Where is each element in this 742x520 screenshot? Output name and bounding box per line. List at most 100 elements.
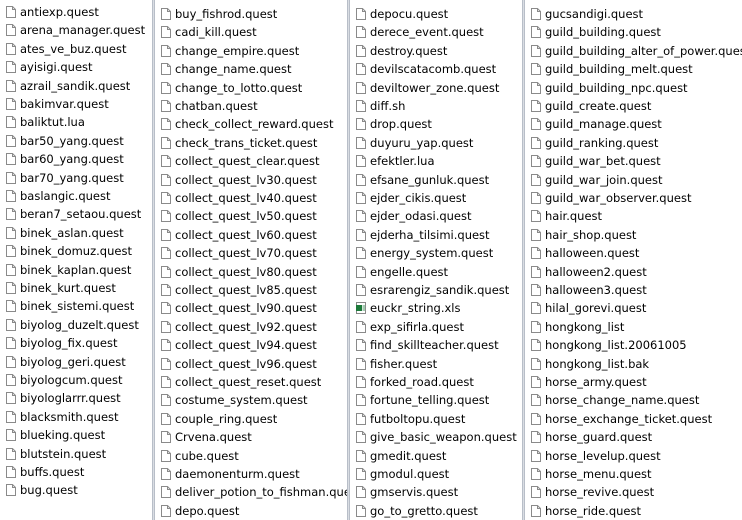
- file-item[interactable]: collect_quest_lv96.quest: [155, 355, 347, 373]
- file-item[interactable]: efektler.lua: [350, 152, 522, 170]
- file-item[interactable]: fortune_telling.quest: [350, 391, 522, 409]
- file-item[interactable]: baslangic.quest: [0, 187, 152, 205]
- file-item[interactable]: blutstein.quest: [0, 445, 152, 463]
- file-item[interactable]: guild_building_npc.quest: [525, 79, 742, 97]
- file-item[interactable]: ates_ve_buz.quest: [0, 40, 152, 58]
- file-item[interactable]: ejderha_tilsimi.quest: [350, 226, 522, 244]
- file-item[interactable]: horse_revive.quest: [525, 483, 742, 501]
- file-item[interactable]: horse_levelup.quest: [525, 447, 742, 465]
- file-item[interactable]: gucsandigi.quest: [525, 5, 742, 23]
- file-item[interactable]: change_to_lotto.quest: [155, 79, 347, 97]
- file-item[interactable]: change_empire.quest: [155, 42, 347, 60]
- file-item[interactable]: gmservis.quest: [350, 483, 522, 501]
- file-item[interactable]: give_basic_weapon.quest: [350, 428, 522, 446]
- file-item[interactable]: biyologlarrr.quest: [0, 389, 152, 407]
- file-item[interactable]: hongkong_list: [525, 318, 742, 336]
- file-item[interactable]: guild_building_melt.quest: [525, 60, 742, 78]
- file-item[interactable]: bar50_yang.quest: [0, 132, 152, 150]
- file-item[interactable]: blueking.quest: [0, 426, 152, 444]
- file-item[interactable]: horse_guard.quest: [525, 428, 742, 446]
- file-item[interactable]: euckr_string.xls: [350, 299, 522, 317]
- file-item[interactable]: go_to_gretto.quest: [350, 502, 522, 520]
- file-item[interactable]: collect_quest_lv94.quest: [155, 336, 347, 354]
- file-item[interactable]: engelle.quest: [350, 263, 522, 281]
- file-item[interactable]: arena_manager.quest: [0, 21, 152, 39]
- file-item[interactable]: guild_building.quest: [525, 23, 742, 41]
- file-item[interactable]: gmedit.quest: [350, 447, 522, 465]
- file-item[interactable]: buffs.quest: [0, 463, 152, 481]
- file-item[interactable]: chatban.quest: [155, 97, 347, 115]
- file-item[interactable]: daemonenturm.quest: [155, 465, 347, 483]
- file-item[interactable]: guild_war_join.quest: [525, 171, 742, 189]
- file-item[interactable]: biyologcum.quest: [0, 371, 152, 389]
- file-item[interactable]: couple_ring.quest: [155, 410, 347, 428]
- file-item[interactable]: bar70_yang.quest: [0, 169, 152, 187]
- file-item[interactable]: halloween3.quest: [525, 281, 742, 299]
- file-item[interactable]: guild_manage.quest: [525, 115, 742, 133]
- file-item[interactable]: beran7_setaou.quest: [0, 205, 152, 223]
- file-item[interactable]: blacksmith.quest: [0, 408, 152, 426]
- file-item[interactable]: exp_sifirla.quest: [350, 318, 522, 336]
- file-item[interactable]: biyolog_fix.quest: [0, 334, 152, 352]
- file-item[interactable]: gmodul.quest: [350, 465, 522, 483]
- file-item[interactable]: forked_road.quest: [350, 373, 522, 391]
- file-item[interactable]: cadi_kill.quest: [155, 23, 347, 41]
- file-item[interactable]: deviltower_zone.quest: [350, 79, 522, 97]
- file-item[interactable]: depocu.quest: [350, 5, 522, 23]
- file-item[interactable]: derece_event.quest: [350, 23, 522, 41]
- file-item[interactable]: depo.quest: [155, 502, 347, 520]
- file-item[interactable]: collect_quest_lv80.quest: [155, 263, 347, 281]
- file-item[interactable]: collect_quest_lv60.quest: [155, 226, 347, 244]
- file-item[interactable]: horse_ride.quest: [525, 502, 742, 520]
- file-item[interactable]: hair_shop.quest: [525, 226, 742, 244]
- file-item[interactable]: energy_system.quest: [350, 244, 522, 262]
- file-item[interactable]: bar60_yang.quest: [0, 150, 152, 168]
- file-item[interactable]: hongkong_list.20061005: [525, 336, 742, 354]
- file-item[interactable]: fisher.quest: [350, 355, 522, 373]
- file-item[interactable]: hair.quest: [525, 207, 742, 225]
- file-item[interactable]: hongkong_list.bak: [525, 355, 742, 373]
- file-item[interactable]: baliktut.lua: [0, 113, 152, 131]
- file-item[interactable]: antiexp.quest: [0, 3, 152, 21]
- file-item[interactable]: bakimvar.quest: [0, 95, 152, 113]
- file-item[interactable]: find_skillteacher.quest: [350, 336, 522, 354]
- file-item[interactable]: collect_quest_lv90.quest: [155, 299, 347, 317]
- file-item[interactable]: deliver_potion_to_fishman.quest: [155, 483, 347, 501]
- file-item[interactable]: horse_menu.quest: [525, 465, 742, 483]
- file-item[interactable]: guild_create.quest: [525, 97, 742, 115]
- file-item[interactable]: horse_change_name.quest: [525, 391, 742, 409]
- file-item[interactable]: ejder_cikis.quest: [350, 189, 522, 207]
- file-item[interactable]: collect_quest_lv30.quest: [155, 171, 347, 189]
- file-item[interactable]: ejder_odasi.quest: [350, 207, 522, 225]
- file-item[interactable]: duyuru_yap.quest: [350, 134, 522, 152]
- file-item[interactable]: check_trans_ticket.quest: [155, 134, 347, 152]
- file-item[interactable]: horse_exchange_ticket.quest: [525, 410, 742, 428]
- file-item[interactable]: change_name.quest: [155, 60, 347, 78]
- file-item[interactable]: collect_quest_lv85.quest: [155, 281, 347, 299]
- file-item[interactable]: collect_quest_lv70.quest: [155, 244, 347, 262]
- file-item[interactable]: bug.quest: [0, 481, 152, 499]
- file-item[interactable]: collect_quest_lv40.quest: [155, 189, 347, 207]
- file-item[interactable]: buy_fishrod.quest: [155, 5, 347, 23]
- file-item[interactable]: collect_quest_lv92.quest: [155, 318, 347, 336]
- file-item[interactable]: guild_war_bet.quest: [525, 152, 742, 170]
- file-item[interactable]: binek_kaplan.quest: [0, 261, 152, 279]
- file-item[interactable]: Crvena.quest: [155, 428, 347, 446]
- file-item[interactable]: binek_sistemi.quest: [0, 297, 152, 315]
- file-item[interactable]: futboltopu.quest: [350, 410, 522, 428]
- file-item[interactable]: halloween2.quest: [525, 263, 742, 281]
- file-item[interactable]: efsane_gunluk.quest: [350, 171, 522, 189]
- file-item[interactable]: cube.quest: [155, 447, 347, 465]
- file-item[interactable]: biyolog_duzelt.quest: [0, 316, 152, 334]
- file-item[interactable]: devilscatacomb.quest: [350, 60, 522, 78]
- file-item[interactable]: binek_aslan.quest: [0, 224, 152, 242]
- file-item[interactable]: halloween.quest: [525, 244, 742, 262]
- file-item[interactable]: horse_army.quest: [525, 373, 742, 391]
- file-item[interactable]: collect_quest_lv50.quest: [155, 207, 347, 225]
- file-item[interactable]: binek_domuz.quest: [0, 242, 152, 260]
- file-item[interactable]: diff.sh: [350, 97, 522, 115]
- file-item[interactable]: hilal_gorevi.quest: [525, 299, 742, 317]
- file-item[interactable]: binek_kurt.quest: [0, 279, 152, 297]
- file-item[interactable]: collect_quest_clear.quest: [155, 152, 347, 170]
- file-item[interactable]: drop.quest: [350, 115, 522, 133]
